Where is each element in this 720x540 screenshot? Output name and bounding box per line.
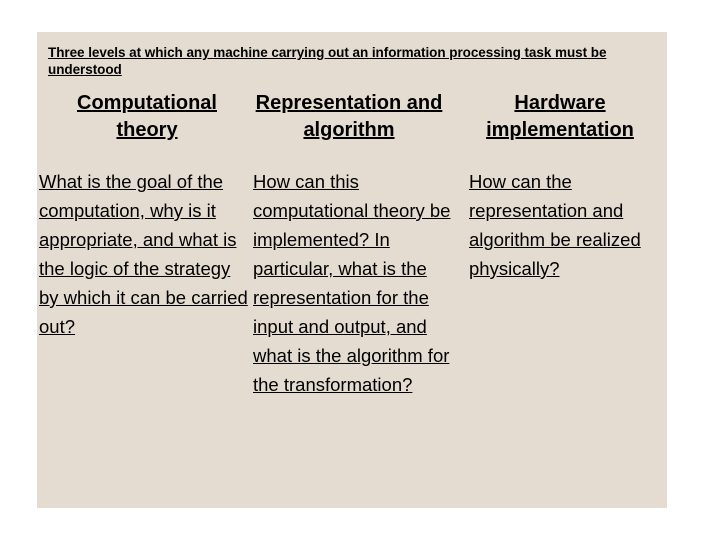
column-header-representation-and-algorithm: Representation and algorithm: [255, 92, 443, 141]
slide-panel: Three levels at which any machine carryi…: [37, 32, 667, 508]
column-body-hardware-implementation: How can the representation and algorithm…: [469, 171, 641, 279]
column-header-hardware-implementation: Hardware implementation: [486, 92, 634, 141]
column-headers-row: Computational theory Representation and …: [37, 90, 667, 144]
slide-title: Three levels at which any machine carryi…: [48, 45, 607, 77]
column-header-computational-theory: Computational theory: [77, 92, 217, 141]
column-bodies-row: What is the goal of the computation, why…: [37, 167, 667, 399]
column-body-representation-and-algorithm: How can this computational theory be imp…: [253, 171, 451, 395]
column-body-computational-theory: What is the goal of the computation, why…: [39, 171, 248, 337]
